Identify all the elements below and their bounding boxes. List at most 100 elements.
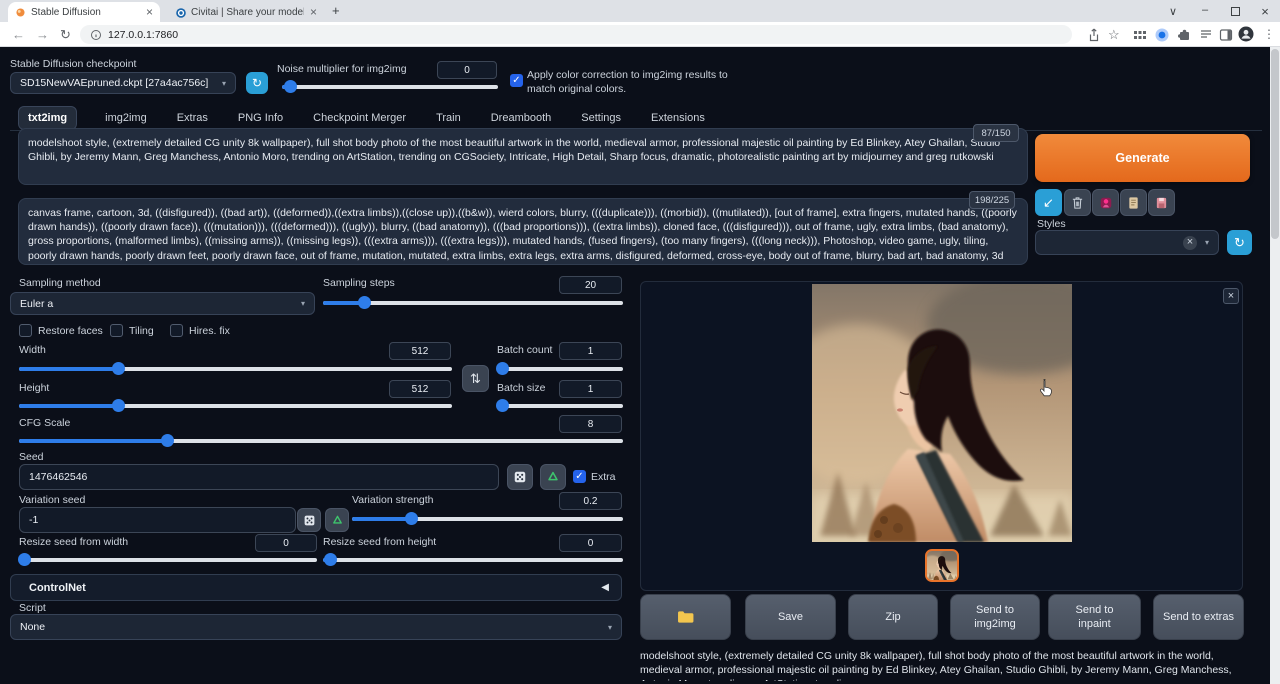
slider-knob[interactable] <box>496 362 509 375</box>
color-correction-label[interactable]: Apply color correction to img2img result… <box>527 68 732 96</box>
window-close-button[interactable]: × <box>1258 4 1272 19</box>
bookmark-star-icon[interactable]: ☆ <box>1108 27 1120 43</box>
checkpoint-dropdown[interactable]: SD15NewVAEpruned.ckpt [27a4ac756c] ▾ <box>10 72 236 94</box>
tab-dreambooth[interactable]: Dreambooth <box>489 107 554 129</box>
color-correction-checkbox[interactable]: ✓ <box>510 74 523 87</box>
clear-prompt-button[interactable] <box>1064 189 1091 216</box>
side-panel-icon[interactable] <box>1218 27 1234 43</box>
status-dot-icon[interactable] <box>1154 27 1170 43</box>
tab-checkpoint-merger[interactable]: Checkpoint Merger <box>311 107 408 129</box>
noise-multiplier-slider[interactable] <box>282 80 498 93</box>
open-folder-button[interactable] <box>640 594 731 640</box>
slider-knob[interactable] <box>496 399 509 412</box>
profile-avatar[interactable] <box>1238 26 1254 42</box>
variation-strength-input[interactable]: 0.2 <box>559 492 622 510</box>
controlnet-accordion[interactable]: ControlNet ◀ <box>10 574 622 601</box>
tab-close-icon[interactable]: × <box>310 7 317 17</box>
paste-generation-params-button[interactable]: ↙ <box>1035 189 1062 216</box>
tiling-checkbox[interactable] <box>110 324 123 337</box>
resize-seed-height-slider[interactable] <box>323 553 623 566</box>
slider-knob[interactable] <box>358 296 371 309</box>
styles-dropdown[interactable]: × ▾ <box>1035 230 1219 255</box>
extra-seed-label[interactable]: Extra <box>591 471 616 483</box>
width-input[interactable]: 512 <box>389 342 451 360</box>
sampling-steps-slider[interactable] <box>323 296 623 309</box>
tab-extensions[interactable]: Extensions <box>649 107 707 129</box>
window-chevron-icon[interactable]: ∨ <box>1166 5 1180 18</box>
slider-knob[interactable] <box>112 362 125 375</box>
slider-knob[interactable] <box>112 399 125 412</box>
tab-extras[interactable]: Extras <box>175 107 210 129</box>
tab-png-info[interactable]: PNG Info <box>236 107 285 129</box>
tiling-label[interactable]: Tiling <box>129 325 154 337</box>
resize-seed-height-input[interactable]: 0 <box>559 534 622 552</box>
back-icon[interactable]: ← <box>12 22 25 47</box>
cfg-scale-input[interactable]: 8 <box>559 415 622 433</box>
variation-strength-slider[interactable] <box>352 512 623 525</box>
share-icon[interactable] <box>1085 27 1101 43</box>
sampling-steps-input[interactable]: 20 <box>559 276 622 294</box>
tab-img2img[interactable]: img2img <box>103 107 149 129</box>
tab-train[interactable]: Train <box>434 107 463 129</box>
slider-knob[interactable] <box>324 553 337 566</box>
slider-knob[interactable] <box>161 434 174 447</box>
reload-icon[interactable]: ↻ <box>60 22 71 47</box>
page-scrollbar[interactable] <box>1270 47 1280 684</box>
random-seed-button[interactable] <box>507 464 533 490</box>
generated-image[interactable] <box>812 284 1072 542</box>
variation-seed-input[interactable] <box>19 507 296 533</box>
generate-button[interactable]: Generate <box>1035 134 1250 182</box>
checkpoint-refresh-button[interactable]: ↻ <box>246 72 268 94</box>
slider-knob[interactable] <box>405 512 418 525</box>
zip-button[interactable]: Zip <box>848 594 938 640</box>
script-dropdown[interactable]: None ▾ <box>10 614 622 640</box>
hires-fix-label[interactable]: Hires. fix <box>189 325 230 337</box>
random-variation-seed-button[interactable] <box>297 508 321 532</box>
tab-close-icon[interactable]: × <box>146 7 153 17</box>
clear-styles-icon[interactable]: × <box>1183 236 1197 250</box>
reuse-variation-seed-button[interactable] <box>325 508 349 532</box>
extra-seed-checkbox[interactable]: ✓ <box>573 470 586 483</box>
swap-width-height-button[interactable]: ⇅ <box>462 365 489 392</box>
sampling-method-dropdown[interactable]: Euler a ▾ <box>10 292 315 315</box>
height-input[interactable]: 512 <box>389 380 451 398</box>
close-preview-button[interactable]: × <box>1223 288 1239 304</box>
send-to-inpaint-button[interactable]: Send to inpaint <box>1048 594 1141 640</box>
site-info-icon[interactable] <box>90 29 102 41</box>
width-slider[interactable] <box>19 362 452 375</box>
resize-seed-width-slider[interactable] <box>19 553 317 566</box>
save-button[interactable]: Save <box>745 594 836 640</box>
seed-input[interactable] <box>19 464 499 490</box>
batch-size-slider[interactable] <box>497 399 623 412</box>
menu-dots-icon[interactable]: ⋮ <box>1263 27 1275 41</box>
hires-fix-checkbox[interactable] <box>170 324 183 337</box>
restore-faces-checkbox[interactable] <box>19 324 32 337</box>
new-tab-button[interactable]: + <box>332 3 340 18</box>
forward-icon[interactable]: → <box>36 22 49 47</box>
send-to-extras-button[interactable]: Send to extras <box>1153 594 1244 640</box>
batch-count-input[interactable]: 1 <box>559 342 622 360</box>
batch-size-input[interactable]: 1 <box>559 380 622 398</box>
apply-style-button[interactable] <box>1148 189 1175 216</box>
prompt-textarea[interactable]: modelshoot style, (extremely detailed CG… <box>18 128 1028 185</box>
extra-networks-button[interactable] <box>1092 189 1119 216</box>
gallery-thumbnail[interactable] <box>925 549 959 582</box>
scrollbar-thumb[interactable] <box>1271 49 1279 239</box>
extensions-puzzle-icon[interactable] <box>1176 27 1192 43</box>
noise-multiplier-input[interactable]: 0 <box>437 61 497 79</box>
address-bar[interactable]: 127.0.0.1:7860 <box>80 25 1072 44</box>
window-minimize-button[interactable]: – <box>1198 4 1212 16</box>
browser-tab-civitai[interactable]: Civitai | Share your models × <box>168 2 324 22</box>
slider-knob[interactable] <box>284 80 297 93</box>
tab-settings[interactable]: Settings <box>579 107 623 129</box>
cfg-scale-slider[interactable] <box>19 434 623 447</box>
reuse-seed-button[interactable] <box>540 464 566 490</box>
reading-list-icon[interactable] <box>1198 27 1214 43</box>
resize-seed-width-input[interactable]: 0 <box>255 534 317 552</box>
browser-tab-stable-diffusion[interactable]: Stable Diffusion × <box>8 2 160 22</box>
slider-knob[interactable] <box>18 553 31 566</box>
batch-count-slider[interactable] <box>497 362 623 375</box>
window-restore-button[interactable] <box>1231 7 1240 16</box>
apps-grid-icon[interactable] <box>1132 27 1148 43</box>
restore-faces-label[interactable]: Restore faces <box>38 325 103 337</box>
